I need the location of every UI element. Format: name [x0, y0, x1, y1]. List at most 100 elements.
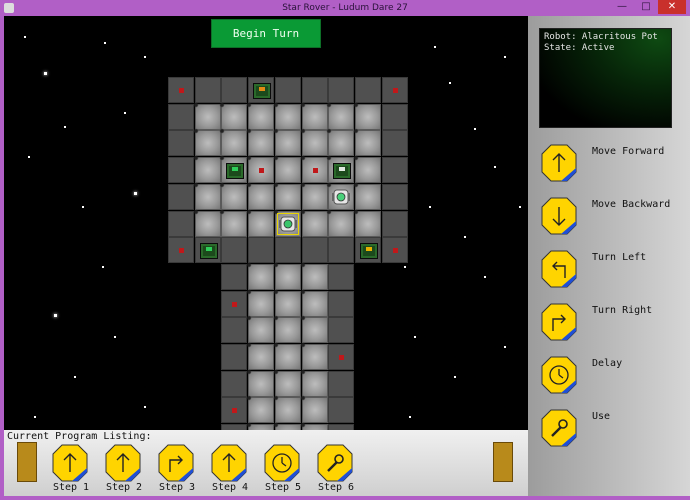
floor-tile[interactable] — [192, 155, 221, 184]
floor-tile[interactable] — [328, 290, 355, 317]
floor-tile[interactable] — [221, 344, 248, 370]
floor-tile[interactable] — [352, 208, 381, 237]
floor-tile[interactable] — [219, 101, 248, 130]
floor-tile[interactable] — [221, 370, 248, 397]
turn-left-button[interactable] — [541, 250, 577, 288]
floor-tile[interactable] — [299, 208, 328, 237]
floor-tile[interactable] — [192, 181, 221, 210]
floor-tile[interactable] — [381, 183, 408, 210]
floor-tile[interactable] — [246, 128, 275, 157]
floor-tile[interactable] — [246, 395, 275, 424]
program-start-slot[interactable] — [17, 442, 37, 482]
floor-tile[interactable] — [246, 181, 275, 210]
program-step-5[interactable] — [264, 444, 302, 482]
floor-tile[interactable] — [299, 288, 328, 317]
floor-tile[interactable] — [352, 181, 381, 210]
floor-tile[interactable] — [299, 261, 328, 290]
floor-tile[interactable] — [354, 77, 381, 103]
floor-tile[interactable] — [246, 342, 275, 370]
floor-tile[interactable] — [352, 128, 381, 157]
close-button[interactable]: ✕ — [658, 0, 686, 14]
floor-tile[interactable] — [328, 370, 355, 397]
floor-tile[interactable] — [246, 288, 275, 317]
terminal-console-icon[interactable] — [333, 163, 352, 180]
program-step-1[interactable] — [52, 444, 90, 482]
floor-tile[interactable] — [168, 130, 194, 157]
move-forward-button[interactable] — [541, 144, 577, 182]
floor-tile[interactable] — [272, 315, 301, 344]
move-backward-button[interactable] — [541, 197, 577, 235]
floor-tile[interactable] — [299, 368, 328, 397]
floor-tile[interactable] — [272, 181, 301, 210]
floor-tile[interactable] — [381, 210, 408, 237]
floor-tile[interactable] — [219, 208, 248, 237]
delay-button[interactable] — [541, 356, 577, 394]
program-step-4[interactable] — [211, 444, 249, 482]
floor-tile[interactable] — [194, 77, 221, 103]
floor-tile[interactable] — [326, 208, 355, 237]
floor-tile[interactable] — [272, 101, 301, 130]
floor-tile[interactable] — [352, 101, 381, 130]
floor-tile[interactable] — [381, 130, 408, 157]
minimize-button[interactable]: — — [612, 0, 632, 14]
floor-tile[interactable] — [219, 128, 248, 157]
floor-tile[interactable] — [272, 368, 301, 397]
floor-tile[interactable] — [328, 77, 355, 103]
floor-tile[interactable] — [246, 368, 275, 397]
floor-tile[interactable] — [168, 157, 194, 184]
floor-tile[interactable] — [381, 157, 408, 184]
floor-tile[interactable] — [272, 395, 301, 424]
floor-tile[interactable] — [272, 155, 301, 184]
floor-tile[interactable] — [272, 342, 301, 370]
floor-tile[interactable] — [328, 237, 355, 264]
floor-tile[interactable] — [246, 261, 275, 290]
floor-tile[interactable] — [246, 101, 275, 130]
floor-tile[interactable] — [168, 183, 194, 210]
floor-tile[interactable] — [246, 208, 275, 237]
floor-tile[interactable] — [272, 261, 301, 290]
terminal-console-icon[interactable] — [199, 243, 218, 260]
turn-right-button[interactable] — [541, 303, 577, 341]
floor-tile[interactable] — [299, 101, 328, 130]
program-step-6[interactable] — [317, 444, 355, 482]
floor-tile[interactable] — [328, 263, 355, 290]
use-button[interactable] — [541, 409, 577, 447]
floor-tile[interactable] — [219, 181, 248, 210]
floor-tile[interactable] — [328, 317, 355, 344]
floor-tile[interactable] — [192, 128, 221, 157]
robot-icon[interactable] — [330, 186, 352, 208]
floor-tile[interactable] — [272, 128, 301, 157]
begin-turn-button[interactable]: Begin Turn — [211, 19, 321, 48]
game-viewport[interactable]: Begin Turn — [4, 16, 528, 430]
floor-tile[interactable] — [299, 315, 328, 344]
player-robot-icon[interactable] — [276, 212, 299, 235]
floor-tile[interactable] — [381, 103, 408, 130]
program-step-3[interactable] — [158, 444, 196, 482]
floor-tile[interactable] — [168, 210, 194, 237]
floor-tile[interactable] — [221, 263, 248, 290]
floor-tile[interactable] — [299, 342, 328, 370]
floor-tile[interactable] — [326, 128, 355, 157]
floor-tile[interactable] — [221, 237, 248, 264]
floor-tile[interactable] — [301, 77, 328, 103]
terminal-console-icon[interactable] — [253, 83, 272, 99]
floor-tile[interactable] — [301, 237, 328, 264]
floor-tile[interactable] — [192, 208, 221, 237]
program-end-slot[interactable] — [493, 442, 513, 482]
floor-tile[interactable] — [168, 103, 194, 130]
floor-tile[interactable] — [299, 395, 328, 424]
floor-tile[interactable] — [352, 155, 381, 184]
terminal-console-icon[interactable] — [359, 243, 378, 260]
floor-tile[interactable] — [299, 128, 328, 157]
floor-tile[interactable] — [274, 77, 301, 103]
floor-tile[interactable] — [192, 101, 221, 130]
floor-tile[interactable] — [246, 315, 275, 344]
floor-tile[interactable] — [272, 288, 301, 317]
floor-tile[interactable] — [326, 101, 355, 130]
floor-tile[interactable] — [248, 237, 275, 264]
floor-tile[interactable] — [274, 237, 301, 264]
floor-tile[interactable] — [299, 181, 328, 210]
terminal-console-icon[interactable] — [226, 163, 245, 180]
floor-tile[interactable] — [221, 77, 248, 103]
program-step-2[interactable] — [105, 444, 143, 482]
